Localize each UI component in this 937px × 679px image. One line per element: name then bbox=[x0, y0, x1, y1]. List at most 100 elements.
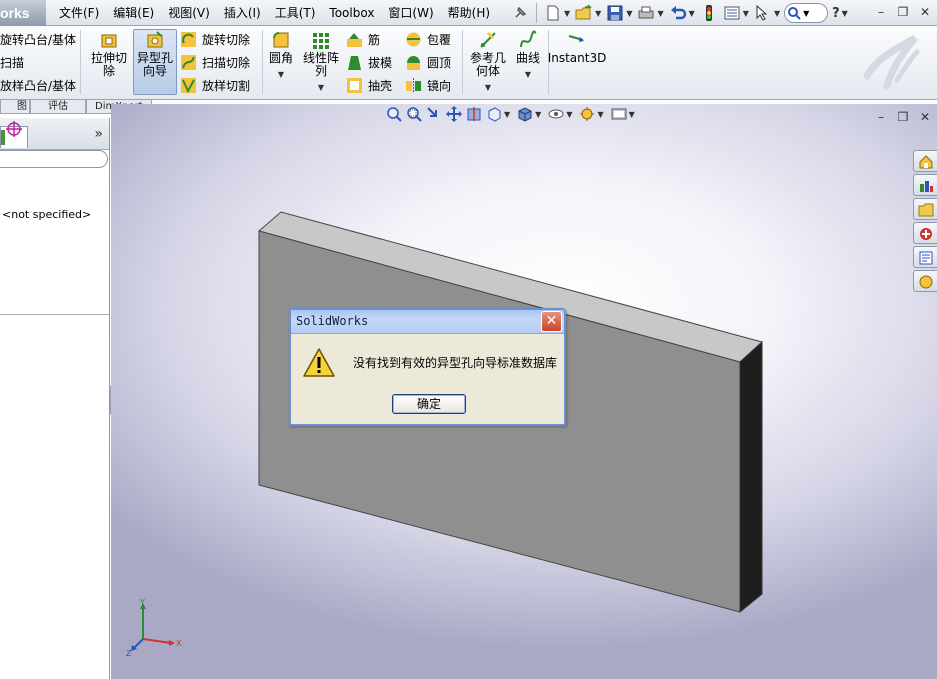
chevron-down-icon[interactable]: ▼ bbox=[318, 81, 324, 94]
menu-insert[interactable]: 插入(I) bbox=[217, 0, 268, 26]
ds-logo bbox=[863, 34, 920, 90]
chevron-down-icon[interactable]: ▼ bbox=[535, 110, 541, 119]
new-document-button[interactable]: ▼ bbox=[543, 2, 571, 24]
dome-button[interactable]: 圆顶 bbox=[405, 52, 451, 72]
lofted-cut-button[interactable]: 放样切割 bbox=[180, 75, 250, 95]
fillet-button[interactable]: 圆角 ▼ bbox=[266, 30, 296, 81]
new-icon bbox=[547, 5, 559, 21]
reference-geometry-button[interactable]: 参考几 何体 ▼ bbox=[468, 30, 508, 94]
revolved-cut-button[interactable]: 旋转切除 bbox=[180, 29, 250, 49]
open-button[interactable]: ▼ bbox=[574, 2, 602, 24]
chevron-down-icon[interactable]: ▼ bbox=[525, 68, 531, 81]
wrap-button[interactable]: 包覆 bbox=[405, 29, 451, 49]
dimxpert-manager-icon[interactable] bbox=[6, 121, 22, 137]
swept-cut-button[interactable]: 扫描切除 bbox=[180, 52, 250, 72]
tab-solidworks-resources[interactable] bbox=[913, 150, 937, 172]
previous-view-icon[interactable] bbox=[426, 106, 442, 122]
chevron-down-icon: ▼ bbox=[841, 8, 848, 18]
dialog-title-bar[interactable]: SolidWorks ✕ bbox=[291, 310, 564, 334]
tab-evaluate[interactable]: 评估 bbox=[30, 100, 86, 114]
restore-button[interactable]: ❐ bbox=[895, 3, 911, 21]
undo-button[interactable]: ▼ bbox=[668, 2, 696, 24]
options-icon bbox=[724, 6, 740, 20]
instant3d-button[interactable]: Instant3D bbox=[548, 30, 606, 65]
chevron-down-icon[interactable]: ▼ bbox=[485, 81, 491, 94]
doc-close-button[interactable]: ✕ bbox=[917, 108, 933, 126]
chevron-down-icon[interactable]: ▼ bbox=[629, 110, 635, 119]
revolve-boss-label: 旋转凸台/基体 bbox=[0, 32, 77, 47]
loft-boss-button[interactable]: 放样凸台/基体 bbox=[0, 75, 76, 95]
hole-wizard-button[interactable]: 异型孔 向导 bbox=[133, 29, 177, 95]
menu-toolbox[interactable]: Toolbox bbox=[322, 0, 381, 26]
chevron-down-icon: ▼ bbox=[626, 8, 633, 18]
rib-label: 筋 bbox=[368, 32, 381, 47]
shell-label: 抽壳 bbox=[368, 78, 393, 93]
zoom-fit-icon[interactable] bbox=[386, 106, 402, 122]
ribbon-separator bbox=[462, 30, 463, 94]
rebuild-button[interactable] bbox=[699, 2, 719, 24]
select-button[interactable]: ▼ bbox=[753, 2, 781, 24]
quick-access-toolbar: ▼ ▼ ▼ ▼ ▼ ▼ ▼ ▼ ? ▼ bbox=[510, 0, 849, 26]
mirror-button[interactable]: 镜向 bbox=[405, 75, 451, 95]
pushpin-icon bbox=[515, 6, 527, 18]
revolve-boss-button[interactable]: 旋转凸台/基体 bbox=[0, 29, 76, 49]
material-label[interactable]: <not specified> bbox=[2, 208, 91, 221]
print-button[interactable]: ▼ bbox=[636, 2, 664, 24]
edit-appearance-icon[interactable] bbox=[579, 106, 595, 122]
help-button[interactable]: ? ▼ bbox=[831, 2, 849, 24]
hide-show-icon[interactable] bbox=[548, 106, 564, 122]
minimize-button[interactable]: – bbox=[873, 3, 889, 21]
search-dropdown[interactable]: ▼ bbox=[803, 9, 809, 18]
doc-restore-button[interactable]: ❐ bbox=[895, 108, 911, 126]
shell-button[interactable]: 抽壳 bbox=[346, 75, 392, 95]
menu-help[interactable]: 帮助(H) bbox=[441, 0, 497, 26]
tab-file-explorer[interactable] bbox=[913, 198, 937, 220]
chevron-down-icon[interactable]: ▼ bbox=[566, 110, 572, 119]
extruded-cut-button[interactable]: 拉伸切 除 bbox=[88, 30, 130, 78]
options-button[interactable]: ▼ bbox=[722, 2, 750, 24]
tab-design-library[interactable] bbox=[913, 174, 937, 196]
draft-button[interactable]: 拔模 bbox=[346, 52, 392, 72]
loft-boss-label: 放样凸台/基体 bbox=[0, 78, 77, 93]
sweep-button[interactable]: 扫描 bbox=[0, 52, 24, 72]
zoom-area-icon[interactable] bbox=[406, 106, 422, 122]
reference-geometry-label: 参考几 何体 bbox=[469, 51, 506, 78]
menu-window[interactable]: 窗口(W) bbox=[381, 0, 440, 26]
tab-custom-properties[interactable] bbox=[913, 270, 937, 292]
menu-edit[interactable]: 编辑(E) bbox=[106, 0, 161, 26]
tab-appearances[interactable] bbox=[913, 246, 937, 268]
tab-sketch[interactable]: 图 bbox=[0, 100, 30, 114]
apply-scene-icon[interactable] bbox=[611, 106, 627, 122]
ok-button[interactable]: 确定 bbox=[392, 394, 466, 414]
menu-file[interactable]: 文件(F) bbox=[52, 0, 106, 26]
chevron-down-icon[interactable]: ▼ bbox=[504, 110, 510, 119]
menu-tools[interactable]: 工具(T) bbox=[268, 0, 323, 26]
panel-expand-button[interactable]: » bbox=[94, 126, 103, 142]
save-button[interactable]: ▼ bbox=[605, 2, 633, 24]
curves-button[interactable]: 曲线 ▼ bbox=[512, 30, 544, 81]
pan-icon[interactable] bbox=[446, 106, 462, 122]
select-icon bbox=[756, 4, 768, 21]
doc-minimize-button[interactable]: – bbox=[873, 108, 889, 126]
display-style-icon[interactable] bbox=[517, 106, 533, 122]
app-logo[interactable]: orks bbox=[0, 0, 46, 26]
linear-pattern-button[interactable]: 线性阵 列 ▼ bbox=[300, 30, 342, 94]
pin-menu-button[interactable] bbox=[510, 2, 530, 24]
feature-filter-input[interactable] bbox=[0, 150, 108, 168]
section-view-icon[interactable] bbox=[466, 106, 482, 122]
chevron-down-icon[interactable]: ▼ bbox=[278, 68, 284, 81]
svg-text:Z: Z bbox=[126, 649, 132, 658]
tab-view-palette[interactable] bbox=[913, 222, 937, 244]
curves-label: 曲线 bbox=[515, 51, 540, 65]
document-window-controls: – ❐ ✕ bbox=[873, 108, 933, 126]
search-input[interactable]: ▼ bbox=[784, 3, 829, 23]
ribbon-separator bbox=[262, 30, 263, 94]
close-button[interactable]: ✕ bbox=[917, 3, 933, 21]
menu-view[interactable]: 视图(V) bbox=[161, 0, 217, 26]
chevron-down-icon: ▼ bbox=[595, 8, 602, 18]
rib-button[interactable]: 筋 bbox=[346, 29, 380, 49]
view-orientation-icon[interactable] bbox=[486, 106, 502, 122]
dialog-close-button[interactable]: ✕ bbox=[541, 311, 562, 332]
chevron-down-icon[interactable]: ▼ bbox=[597, 110, 603, 119]
extruded-cut-label: 拉伸切 除 bbox=[90, 51, 127, 78]
